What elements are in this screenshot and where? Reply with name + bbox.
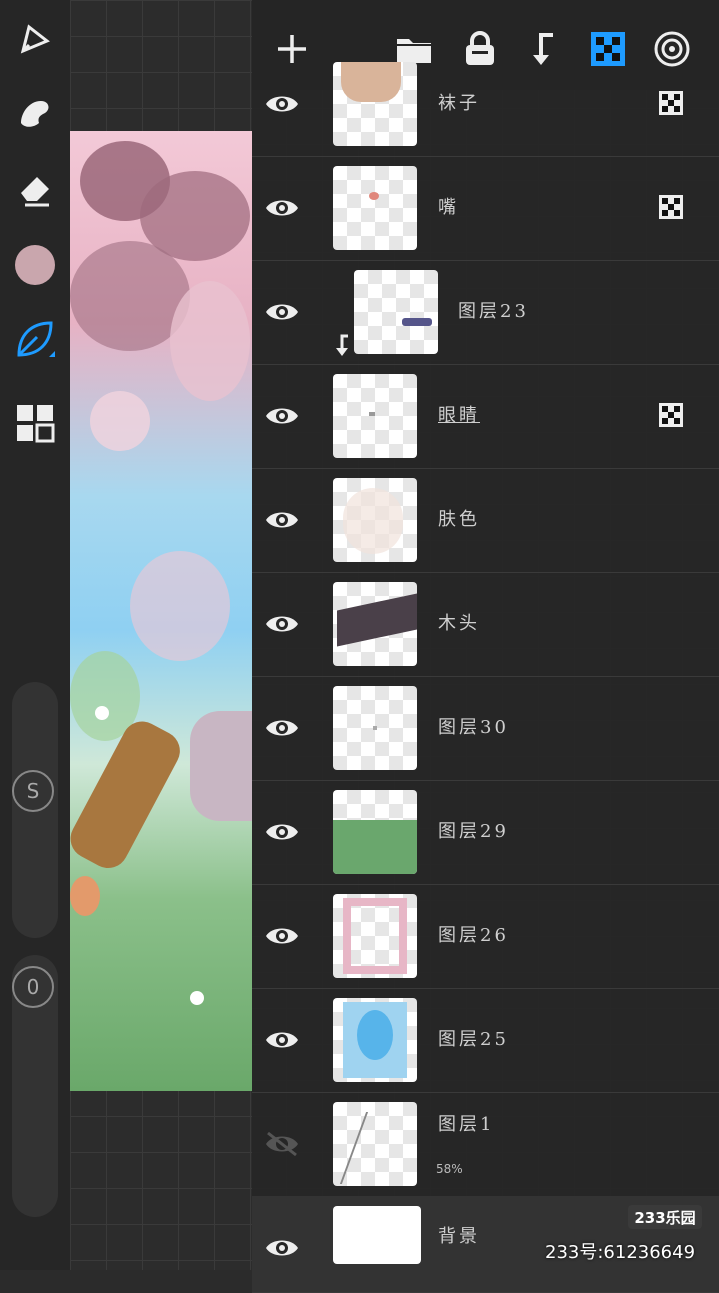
layer-row[interactable]: 图层1 58% <box>252 1092 719 1197</box>
layer-name: 图层29 <box>438 821 509 842</box>
eye-icon[interactable] <box>264 401 300 431</box>
eye-icon[interactable] <box>264 921 300 951</box>
watermark-logo: 233乐园 <box>628 1205 702 1229</box>
layer-name: 图层23 <box>458 301 529 322</box>
alpha-lock-icon <box>658 194 684 220</box>
layer-thumbnail[interactable] <box>333 62 417 146</box>
size-indicator[interactable]: S <box>12 770 54 812</box>
layer-thumbnail[interactable] <box>333 166 417 250</box>
eye-icon[interactable] <box>264 713 300 743</box>
layer-name: 图层1 <box>438 1114 495 1135</box>
layer-name: 眼睛 <box>438 405 480 426</box>
layer-row[interactable]: 图层25 <box>252 988 719 1093</box>
gallery-icon[interactable] <box>10 398 60 448</box>
layer-thumbnail[interactable] <box>333 894 417 978</box>
clip-arrow-icon <box>334 334 352 358</box>
eye-icon[interactable] <box>264 1025 300 1055</box>
eye-icon[interactable] <box>264 1233 300 1263</box>
eraser-icon[interactable] <box>10 164 60 214</box>
layer-name: 袜子 <box>438 93 480 114</box>
eye-hidden-icon[interactable] <box>264 1129 300 1159</box>
layer-name: 肤色 <box>438 509 480 530</box>
watermark-id: 233号:61236649 <box>545 1242 696 1263</box>
eye-icon[interactable] <box>264 297 300 327</box>
left-toolbar: S 0 <box>0 0 70 1270</box>
layer-row[interactable]: 袜子 <box>252 52 719 157</box>
layer-opacity: 58% <box>436 1162 463 1176</box>
layer-thumbnail[interactable] <box>333 582 417 666</box>
layer-thumbnail[interactable] <box>333 1206 421 1264</box>
layer-name: 图层30 <box>438 717 509 738</box>
layer-name: 木头 <box>438 613 480 634</box>
eye-icon[interactable] <box>264 609 300 639</box>
brush-icon[interactable] <box>10 14 60 64</box>
eye-icon[interactable] <box>264 505 300 535</box>
layers-panel: 袜子嘴图层23 眼睛肤色木头图层30 图层29 图层26 图层25 图层1 58% 背景 <box>252 0 719 1293</box>
layer-row[interactable]: 图层30 <box>252 676 719 781</box>
layer-thumbnail[interactable] <box>333 1102 417 1186</box>
layer-row[interactable]: 木头 <box>252 572 719 677</box>
leaf-brush-icon[interactable] <box>10 314 60 364</box>
eye-icon[interactable] <box>264 89 300 119</box>
layer-thumbnail[interactable] <box>354 270 438 354</box>
opacity-indicator[interactable]: 0 <box>12 966 54 1008</box>
smudge-icon[interactable] <box>10 88 60 138</box>
layer-row[interactable]: 肤色 <box>252 468 719 573</box>
layer-row[interactable]: 图层29 <box>252 780 719 885</box>
eye-icon[interactable] <box>264 817 300 847</box>
layer-thumbnail[interactable] <box>333 686 417 770</box>
alpha-lock-icon <box>658 402 684 428</box>
layer-name: 图层25 <box>438 1029 509 1050</box>
layer-row[interactable]: 嘴 <box>252 156 719 261</box>
color-swatch[interactable] <box>10 240 60 290</box>
layer-thumbnail[interactable] <box>333 790 417 874</box>
layer-name: 背景 <box>438 1226 480 1247</box>
eye-icon[interactable] <box>264 193 300 223</box>
layer-row[interactable]: 图层23 <box>252 260 719 365</box>
layer-thumbnail[interactable] <box>333 374 417 458</box>
layer-row[interactable]: 眼睛 <box>252 364 719 469</box>
layer-name: 嘴 <box>438 197 459 218</box>
layer-thumbnail[interactable] <box>333 478 417 562</box>
alpha-lock-icon <box>658 90 684 116</box>
artwork-canvas[interactable] <box>70 131 252 1091</box>
layer-thumbnail[interactable] <box>333 998 417 1082</box>
layer-row[interactable]: 图层26 <box>252 884 719 989</box>
layer-name: 图层26 <box>438 925 509 946</box>
